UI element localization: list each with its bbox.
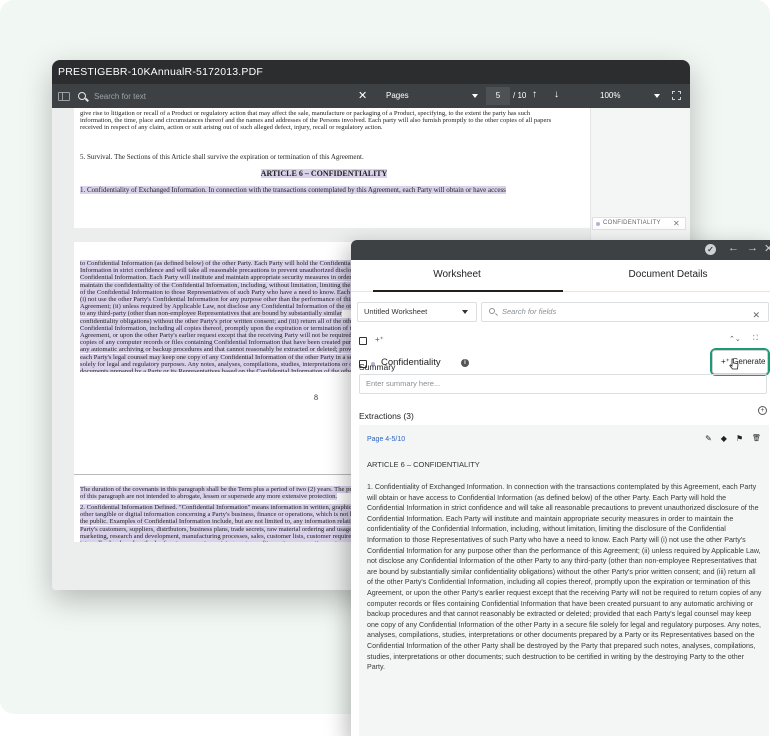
fullscreen-icon[interactable]	[672, 91, 681, 100]
viewer-toolbar: Search for text ✕ Pages 5 / 10 ↑ ↓ 100%	[52, 84, 690, 108]
document-heading: ARTICLE 6 – CONFIDENTIALITY	[260, 169, 388, 178]
worksheet-panel: ✓ ← → ✕ Worksheet Document Details Untit…	[351, 240, 770, 736]
extraction-text: 1. Confidentiality of Exchanged Informat…	[367, 483, 762, 672]
extraction-heading: ARTICLE 6 – CONFIDENTIALITY	[367, 460, 480, 469]
worksheet-controls: Untitled Worksheet Search for fields ✕	[351, 298, 770, 328]
summary-input[interactable]: Enter summary here...	[359, 374, 767, 394]
panel-tabs: Worksheet Document Details	[351, 260, 770, 292]
document-paragraph: give rise to litigation or recall of a P…	[80, 110, 552, 132]
previous-page-icon[interactable]: ↑	[532, 89, 537, 100]
sidebar-toggle-icon[interactable]	[58, 91, 70, 101]
delete-icon[interactable]: 🗑	[752, 434, 761, 443]
document-paragraph: 1. Confidentiality of Exchanged Informat…	[80, 186, 506, 194]
tag-close-icon[interactable]: ✕	[673, 218, 680, 229]
zoom-caret-icon[interactable]	[654, 94, 660, 98]
page-number: 8	[314, 393, 318, 402]
extraction-card[interactable]: Page 4-5/10 ✎ ◆ ⚑ 🗑 ARTICLE 6 – CONFIDEN…	[359, 425, 769, 736]
clear-icon[interactable]: ✕	[752, 306, 760, 324]
document-paragraph: 5. Survival. The Sections of this Articl…	[80, 153, 364, 161]
pages-dropdown[interactable]: Pages	[386, 91, 409, 100]
forward-arrow-icon[interactable]: →	[747, 242, 758, 254]
page-total: / 10	[513, 91, 527, 100]
page-number-input[interactable]: 5	[486, 87, 510, 105]
pointer-cursor-icon	[729, 358, 739, 370]
tab-document-details[interactable]: Document Details	[563, 260, 770, 292]
document-page: give rise to litigation or recall of a P…	[74, 108, 590, 228]
field-header[interactable]: Confidentiality i ⌃	[351, 356, 770, 374]
close-panel-icon[interactable]: ✕	[764, 242, 770, 255]
field-search-input[interactable]: Search for fields ✕	[481, 302, 769, 322]
sort-icon[interactable]: ⌃⌄	[729, 335, 741, 343]
clear-search-icon[interactable]: ✕	[358, 89, 367, 102]
summary-label: Summary	[359, 362, 396, 372]
tag-label: CONFIDENTIALITY	[603, 220, 661, 226]
document-paragraph: The duration of the covenants in this pa…	[80, 486, 374, 501]
generate-button[interactable]: +⁺ Generate	[712, 350, 768, 374]
zoom-dropdown[interactable]: 100%	[600, 91, 620, 100]
edit-icon[interactable]: ✎	[705, 434, 712, 443]
confidentiality-tag[interactable]: CONFIDENTIALITY ✕	[592, 217, 686, 230]
worksheet-select[interactable]: Untitled Worksheet	[357, 302, 477, 322]
flag-icon[interactable]: ⚑	[736, 434, 743, 443]
panel-toolbar: ✓ ← → ✕	[351, 240, 770, 260]
tag-dot-icon	[596, 221, 600, 226]
card-actions: ✎ ◆ ⚑ 🗑	[705, 434, 761, 443]
extractions-header: Extractions (3) +	[359, 406, 769, 421]
ai-sparkle-icon[interactable]: +⁺	[375, 335, 384, 344]
check-icon[interactable]: ✓	[705, 244, 716, 255]
active-tab-indicator	[373, 290, 563, 292]
add-extraction-icon[interactable]: +	[758, 406, 767, 415]
tab-worksheet[interactable]: Worksheet	[351, 260, 563, 292]
viewer-title: PRESTIGEBR-10KAnnualR-5172013.PDF	[52, 60, 690, 84]
search-icon	[78, 92, 86, 100]
select-all-checkbox[interactable]	[359, 337, 367, 345]
pages-caret-icon[interactable]	[472, 94, 478, 98]
expand-icon[interactable]: ⛶	[753, 335, 758, 343]
text-search-input[interactable]: Search for text	[94, 92, 344, 101]
next-page-icon[interactable]: ↓	[554, 89, 559, 100]
page-divider	[74, 474, 374, 475]
info-icon[interactable]: i	[461, 359, 469, 367]
search-icon	[489, 308, 495, 314]
bulk-actions-row: +⁺ ⌃⌄ ⛶	[351, 332, 770, 350]
extractions-label: Extractions (3)	[359, 411, 414, 421]
chevron-down-icon	[462, 310, 468, 314]
document-paragraph: 2. Confidential Information Defined. "Co…	[80, 504, 380, 542]
back-arrow-icon[interactable]: ←	[728, 242, 739, 254]
page-reference-link[interactable]: Page 4-5/10	[367, 436, 405, 443]
tag-icon[interactable]: ◆	[721, 434, 727, 443]
document-paragraph: to Confidential Information (as defined …	[80, 260, 380, 372]
